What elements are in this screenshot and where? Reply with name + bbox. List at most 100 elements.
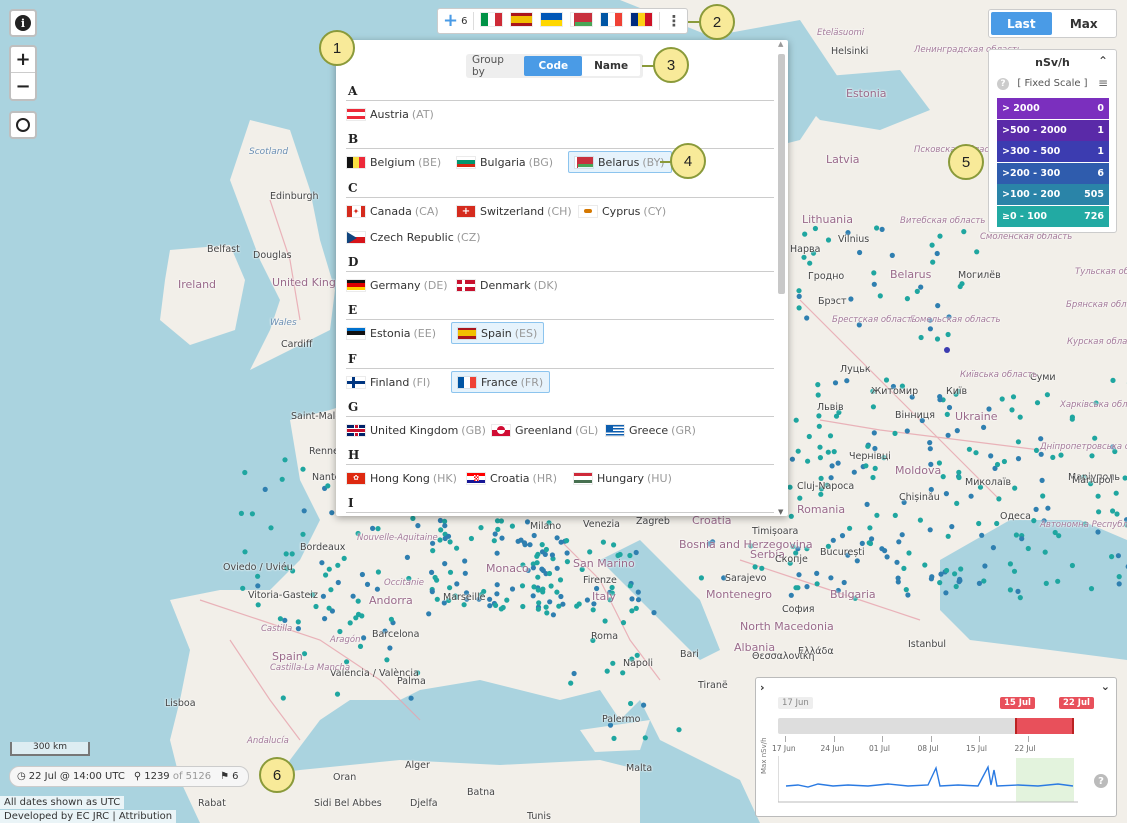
scale-mode[interactable]: [ Fixed Scale ] [989,78,1116,89]
station-marker[interactable] [240,585,246,591]
station-marker[interactable] [1012,485,1018,491]
station-marker[interactable] [540,589,546,595]
station-marker[interactable] [558,539,564,545]
station-marker[interactable] [752,564,758,570]
station-marker[interactable] [445,533,452,539]
station-marker[interactable] [295,619,301,625]
station-marker[interactable] [322,616,328,622]
station-marker[interactable] [499,535,505,541]
station-marker[interactable] [1113,490,1119,496]
station-marker[interactable] [549,552,556,558]
country-item-at[interactable]: Austria (AT) [346,103,434,125]
station-marker[interactable] [904,296,911,302]
country-item-cz[interactable]: Czech Republic (CZ) [346,226,481,248]
station-marker[interactable] [548,583,554,589]
station-marker[interactable] [930,259,936,265]
station-marker[interactable] [388,616,394,622]
station-marker[interactable] [968,493,974,499]
station-marker[interactable] [611,735,617,742]
station-marker[interactable] [1041,518,1047,524]
station-marker[interactable] [295,626,301,632]
station-marker[interactable] [282,457,288,463]
station-marker[interactable] [938,571,944,577]
station-marker[interactable] [494,550,500,556]
station-marker[interactable] [928,576,935,582]
station-marker[interactable] [936,460,943,466]
station-marker[interactable] [818,486,825,492]
station-marker[interactable] [535,606,542,612]
station-marker[interactable] [929,242,935,248]
station-marker[interactable] [290,568,296,574]
station-marker[interactable] [430,540,436,546]
country-item-ch[interactable]: + Switzerland (CH) [456,200,572,222]
station-marker[interactable] [896,539,902,545]
station-marker[interactable] [519,583,526,589]
station-marker[interactable] [928,461,934,467]
station-marker[interactable] [871,430,877,436]
station-marker[interactable] [602,618,608,624]
station-marker[interactable] [539,566,545,572]
country-item-hr[interactable]: Croatia (HR) [466,467,557,489]
station-marker[interactable] [905,592,911,598]
station-marker[interactable] [839,533,846,539]
station-marker[interactable] [1040,493,1046,499]
station-marker[interactable] [242,469,248,476]
station-marker[interactable] [817,455,824,461]
station-marker[interactable] [1045,505,1051,511]
station-marker[interactable] [554,589,560,595]
country-item-dk[interactable]: Denmark (DK) [456,274,558,296]
station-marker[interactable] [814,570,820,577]
station-marker[interactable] [787,484,793,490]
station-marker[interactable] [509,523,515,529]
station-marker[interactable] [611,542,617,548]
station-marker[interactable] [721,575,727,581]
station-marker[interactable] [894,559,900,565]
station-marker[interactable] [979,532,985,538]
station-marker[interactable] [494,518,501,524]
station-marker[interactable] [1110,377,1116,383]
station-marker[interactable] [635,589,641,595]
station-marker[interactable] [895,579,901,585]
station-marker[interactable] [953,583,959,590]
country-item-ca[interactable]: ✦ Canada (CA) [346,200,439,222]
station-marker[interactable] [825,449,831,455]
station-marker[interactable] [884,554,890,560]
station-marker[interactable] [535,551,541,557]
station-marker[interactable] [446,597,452,604]
station-marker[interactable] [520,603,526,610]
station-marker[interactable] [870,404,877,410]
station-marker[interactable] [453,594,459,600]
station-marker[interactable] [277,616,283,622]
station-marker[interactable] [946,404,953,411]
station-marker[interactable] [1089,453,1095,459]
station-marker[interactable] [1052,529,1058,536]
legend-row[interactable]: >300 - 500 1 [997,141,1109,162]
station-marker[interactable] [238,510,244,516]
station-marker[interactable] [326,566,332,572]
station-marker[interactable] [796,305,802,311]
station-marker[interactable] [881,455,887,461]
station-marker[interactable] [899,532,905,538]
station-marker[interactable] [796,572,802,578]
station-marker[interactable] [1110,444,1116,450]
station-marker[interactable] [918,284,924,290]
station-marker[interactable] [928,486,934,493]
selected-flag-fr[interactable] [600,12,624,30]
station-marker[interactable] [927,446,933,452]
station-marker[interactable] [949,524,955,530]
station-marker[interactable] [835,587,841,594]
station-marker[interactable] [940,474,946,480]
station-marker[interactable] [262,486,268,492]
station-marker[interactable] [944,347,950,353]
menu-icon[interactable]: ≡ [1098,76,1108,90]
station-marker[interactable] [1088,586,1095,592]
group-by-name-button[interactable]: Name [582,56,641,76]
station-marker[interactable] [1009,407,1015,413]
station-marker[interactable] [854,558,860,564]
station-marker[interactable] [1015,439,1022,445]
station-marker[interactable] [594,585,600,592]
station-marker[interactable] [899,383,906,389]
station-marker[interactable] [1033,506,1039,512]
station-marker[interactable] [1050,454,1056,460]
station-marker[interactable] [442,561,448,567]
